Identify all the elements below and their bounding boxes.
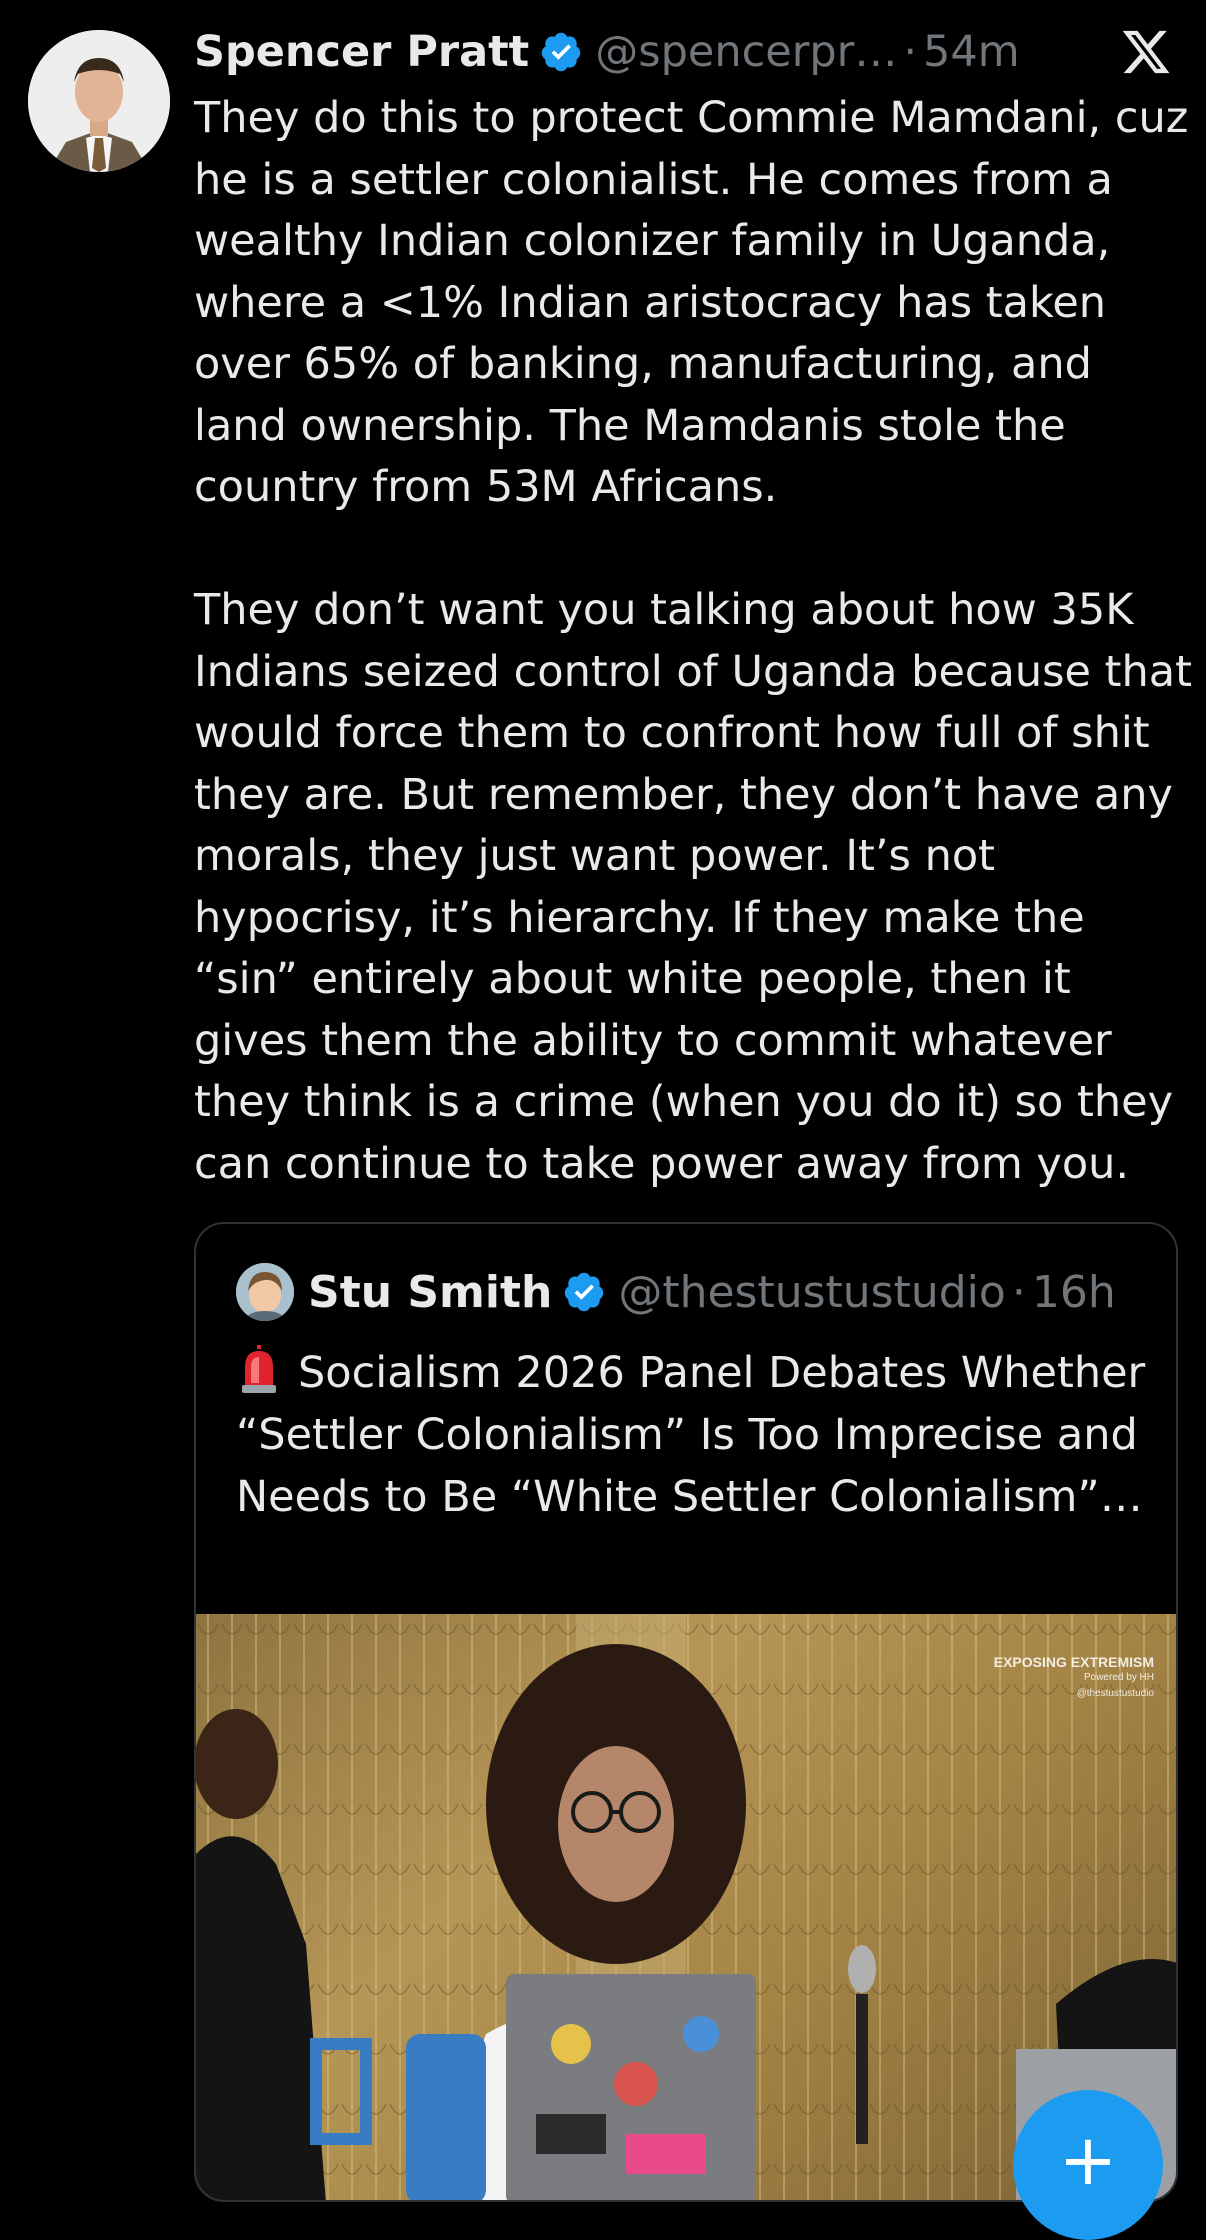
video-watermark: EXPOSING EXTREMISM Powered by HH @thestu… xyxy=(994,1654,1154,1702)
verified-badge-icon xyxy=(562,1270,606,1314)
header-separator: · xyxy=(903,27,918,77)
tweet-header: Spencer Pratt @spencerpr… · 54m xyxy=(194,22,1020,82)
quoted-tweet-body: Socialism 2026 Panel Debates Whether “Se… xyxy=(236,1342,1156,1528)
x-logo-icon[interactable] xyxy=(1120,26,1172,78)
tweet-body: They do this to protect Commie Mamdani, … xyxy=(194,88,1194,1195)
tweet-timestamp[interactable]: 54m xyxy=(923,27,1020,77)
watermark-subtitle: Powered by HH xyxy=(1083,1672,1154,1683)
watermark-handle: @thestustustudio xyxy=(1076,1688,1154,1699)
plus-icon: + xyxy=(1058,2119,1118,2201)
author-avatar[interactable] xyxy=(28,30,170,172)
quoted-author-display-name[interactable]: Stu Smith xyxy=(308,1267,552,1318)
quoted-author-handle[interactable]: @thestustustudio xyxy=(618,1267,1005,1318)
quoted-tweet-text: Socialism 2026 Panel Debates Whether “Se… xyxy=(236,1348,1146,1522)
rotating-light-icon xyxy=(236,1345,282,1395)
author-display-name[interactable]: Spencer Pratt xyxy=(194,27,529,77)
quoted-tweet-timestamp[interactable]: 16h xyxy=(1032,1267,1116,1318)
compose-button[interactable]: + xyxy=(1013,2090,1163,2240)
quoted-tweet-card[interactable]: Stu Smith @thestustustudio · 16h Sociali… xyxy=(194,1222,1178,2202)
watermark-title: EXPOSING EXTREMISM xyxy=(993,1654,1154,1670)
tweet-paragraph: They do this to protect Commie Mamdani, … xyxy=(194,93,1189,512)
tweet-paragraph: They don’t want you talking about how 35… xyxy=(194,585,1193,1189)
quoted-header-separator: · xyxy=(1011,1266,1026,1318)
verified-badge-icon xyxy=(539,30,583,74)
author-handle[interactable]: @spencerpr… xyxy=(595,27,897,77)
quoted-tweet-video[interactable]: EXPOSING EXTREMISM Powered by HH @thestu… xyxy=(196,1614,1176,2200)
quoted-tweet-header: Stu Smith @thestustustudio · 16h xyxy=(236,1260,1116,1324)
quoted-author-avatar[interactable] xyxy=(236,1263,294,1321)
